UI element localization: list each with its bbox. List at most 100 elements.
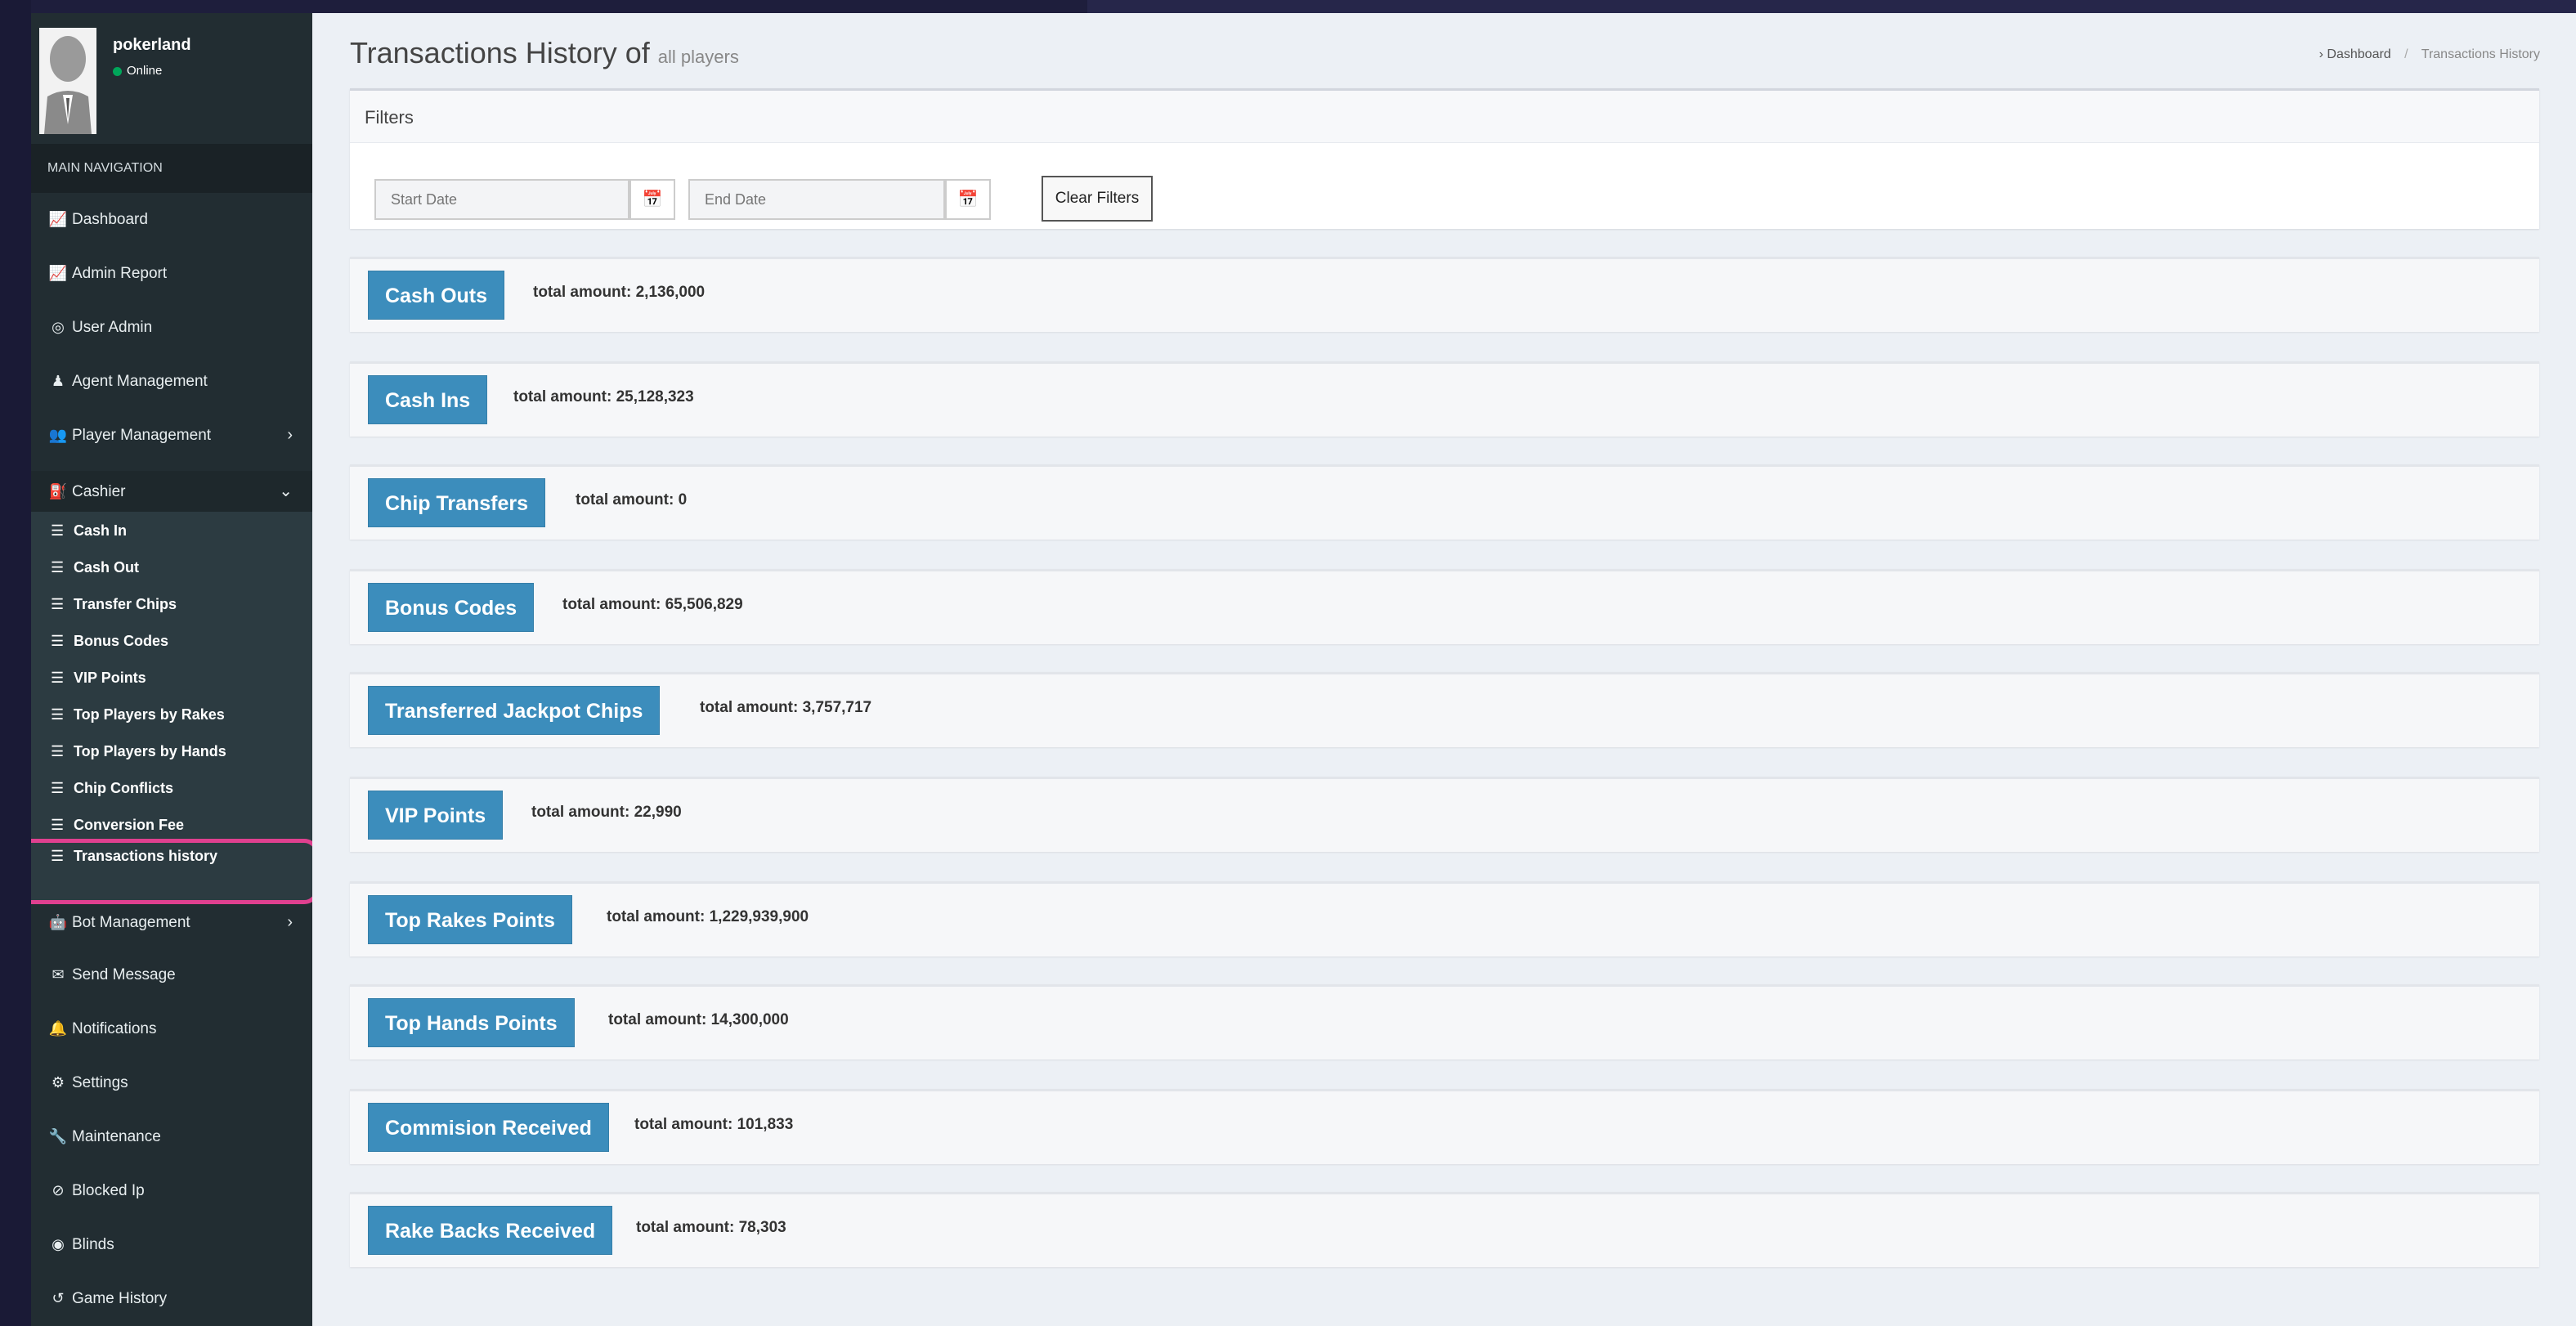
- window-left-edge: [0, 0, 31, 1326]
- page-title: Transactions History of all players: [350, 36, 739, 69]
- user-panel: pokerland Online: [31, 13, 312, 144]
- sidebar-item-game-history[interactable]: ↺ Game History: [31, 1272, 312, 1324]
- top-rakes-points-button[interactable]: Top Rakes Points: [368, 895, 572, 944]
- stat-row-top-hands-points: Top Hands Points total amount: 14,300,000: [350, 984, 2539, 1059]
- blocked-icon: ⊘: [52, 1182, 65, 1198]
- sidebar-item-blinds[interactable]: ◉ Blinds: [31, 1218, 312, 1270]
- calendar-icon[interactable]: 📅: [945, 179, 991, 220]
- stat-row-transferred-jackpot-chips: Transferred Jackpot Chips total amount: 3…: [350, 672, 2539, 747]
- bonus-codes-total: total amount: 65,506,829: [562, 596, 743, 613]
- clear-filters-button[interactable]: Clear Filters: [1042, 176, 1153, 222]
- list-icon: ☰: [51, 522, 65, 539]
- vip-points-total: total amount: 22,990: [531, 804, 682, 821]
- bot-icon: 🤖: [48, 914, 68, 930]
- line-chart-icon: 📈: [48, 211, 68, 227]
- sidebar-item-bot-management[interactable]: 🤖 Bot Management ›: [31, 906, 312, 948]
- transferred-jackpot-chips-button[interactable]: Transferred Jackpot Chips: [368, 686, 661, 735]
- wrench-icon: 🔧: [48, 1128, 68, 1145]
- submenu-item-conversion-fee[interactable]: ☰ Conversion Fee: [31, 806, 312, 831]
- main-content: Transactions History of all players › Das…: [312, 13, 2576, 1326]
- online-dot-icon: [113, 66, 122, 76]
- submenu-item-transfer-chips[interactable]: ☰ Transfer Chips: [31, 585, 312, 623]
- users-icon: 👥: [48, 427, 68, 443]
- filters-panel: Filters 📅 📅 Clear Filters: [350, 88, 2539, 229]
- sidebar-item-settings[interactable]: ⚙ Settings: [31, 1056, 312, 1109]
- list-icon: ☰: [51, 780, 65, 796]
- gear-icon: ⚙: [51, 1074, 65, 1091]
- page-subtitle: all players: [657, 47, 739, 67]
- cash-ins-button[interactable]: Cash Ins: [368, 375, 488, 424]
- cash-outs-total: total amount: 2,136,000: [533, 284, 706, 301]
- transferred-jackpot-chips-total: total amount: 3,757,717: [700, 699, 872, 716]
- filters-header: Filters: [350, 91, 2539, 143]
- commision-received-button[interactable]: Commision Received: [368, 1103, 609, 1152]
- sidebar-item-agent-management[interactable]: ♟ Agent Management: [31, 355, 312, 407]
- stat-row-rake-backs-received: Rake Backs Received total amount: 78,303: [350, 1192, 2539, 1267]
- chevron-right-icon: ›: [287, 913, 293, 931]
- stat-row-top-rakes-points: Top Rakes Points total amount: 1,229,939,…: [350, 881, 2539, 956]
- submenu-item-cash-in[interactable]: ☰ Cash In: [31, 512, 312, 549]
- submenu-item-top-players-by-rakes[interactable]: ☰ Top Players by Rakes: [31, 696, 312, 733]
- stat-row-cash-ins: Cash Ins total amount: 25,128,323: [350, 361, 2539, 437]
- stat-row-bonus-codes: Bonus Codes total amount: 65,506,829: [350, 569, 2539, 644]
- sidebar-item-cashier[interactable]: ⛽ Cashier ⌄: [31, 471, 312, 512]
- user-status-text: Online: [127, 64, 163, 78]
- bell-icon: 🔔: [48, 1020, 68, 1037]
- chevron-down-icon: ⌄: [279, 482, 293, 500]
- sidebar-item-blocked-ip[interactable]: ⊘ Blocked Ip: [31, 1164, 312, 1216]
- cash-ins-total: total amount: 25,128,323: [513, 388, 694, 405]
- user-circle-icon: ◎: [52, 319, 65, 335]
- bonus-codes-button[interactable]: Bonus Codes: [368, 583, 535, 632]
- breadcrumb-chevron-icon: ›: [2318, 47, 2323, 61]
- cashier-submenu: ☰ Cash In ☰ Cash Out ☰ Transfer Chips ☰ Bonu…: [31, 512, 312, 903]
- list-icon: ☰: [51, 633, 65, 649]
- stat-row-commision-received: Commision Received total amount: 101,833: [350, 1089, 2539, 1164]
- end-date-input[interactable]: [688, 179, 945, 220]
- sidebar-item-dashboard[interactable]: 📈 Dashboard: [31, 193, 312, 245]
- commision-received-total: total amount: 101,833: [634, 1116, 794, 1133]
- sidebar-item-notifications[interactable]: 🔔 Notifications: [31, 1002, 312, 1055]
- list-icon: ☰: [51, 706, 65, 723]
- submenu-item-bonus-codes[interactable]: ☰ Bonus Codes: [31, 622, 312, 660]
- chevron-right-icon: ›: [287, 426, 293, 444]
- cash-outs-button[interactable]: Cash Outs: [368, 271, 505, 320]
- chip-transfers-button[interactable]: Chip Transfers: [368, 478, 546, 527]
- history-icon: ↺: [52, 1290, 65, 1306]
- list-icon: ☰: [51, 596, 65, 612]
- list-icon: ☰: [51, 559, 65, 576]
- sidebar-item-player-management[interactable]: 👥 Player Management ›: [31, 409, 312, 461]
- user-name: pokerland: [113, 36, 191, 54]
- breadcrumb: › Dashboard / Transactions History: [2319, 47, 2540, 62]
- list-icon: ☰: [51, 817, 65, 831]
- list-icon: ☰: [51, 743, 65, 759]
- vip-points-button[interactable]: VIP Points: [368, 791, 504, 840]
- avatar: [39, 28, 96, 134]
- stat-row-cash-outs: Cash Outs total amount: 2,136,000: [350, 257, 2539, 332]
- start-date-input[interactable]: [374, 179, 629, 220]
- sidebar-item-admin-report[interactable]: 📈 Admin Report: [31, 247, 312, 299]
- blinds-icon: ◉: [52, 1236, 65, 1252]
- cashier-icon: ⛽: [48, 483, 68, 499]
- sidebar-item-user-admin[interactable]: ◎ User Admin: [31, 301, 312, 353]
- submenu-item-cash-out[interactable]: ☰ Cash Out: [31, 549, 312, 586]
- rake-backs-received-button[interactable]: Rake Backs Received: [368, 1206, 613, 1255]
- submenu-item-top-players-by-hands[interactable]: ☰ Top Players by Hands: [31, 732, 312, 770]
- calendar-icon[interactable]: 📅: [629, 179, 675, 220]
- sidebar: pokerland Online MAIN NAVIGATION 📈 Dashbo…: [31, 13, 312, 1326]
- stat-row-vip-points: VIP Points total amount: 22,990: [350, 777, 2539, 852]
- breadcrumb-dashboard[interactable]: Dashboard: [2327, 47, 2390, 61]
- filters-title: Filters: [365, 107, 414, 128]
- sidebar-item-send-message[interactable]: ✉ Send Message: [31, 948, 312, 1001]
- line-chart-icon: 📈: [48, 265, 68, 281]
- stat-row-chip-transfers: Chip Transfers total amount: 0: [350, 464, 2539, 540]
- breadcrumb-current: Transactions History: [2421, 47, 2540, 61]
- submenu-item-transactions-history[interactable]: ☰ Transactions history: [31, 837, 312, 875]
- top-hands-points-button[interactable]: Top Hands Points: [368, 998, 575, 1047]
- sidebar-item-maintenance[interactable]: 🔧 Maintenance: [31, 1110, 312, 1162]
- submenu-item-vip-points[interactable]: ☰ VIP Points: [31, 659, 312, 697]
- envelope-icon: ✉: [52, 966, 65, 983]
- agent-icon: ♟: [51, 373, 65, 389]
- submenu-item-chip-conflicts[interactable]: ☰ Chip Conflicts: [31, 769, 312, 807]
- chip-transfers-total: total amount: 0: [576, 491, 688, 508]
- top-rakes-points-total: total amount: 1,229,939,900: [607, 908, 809, 925]
